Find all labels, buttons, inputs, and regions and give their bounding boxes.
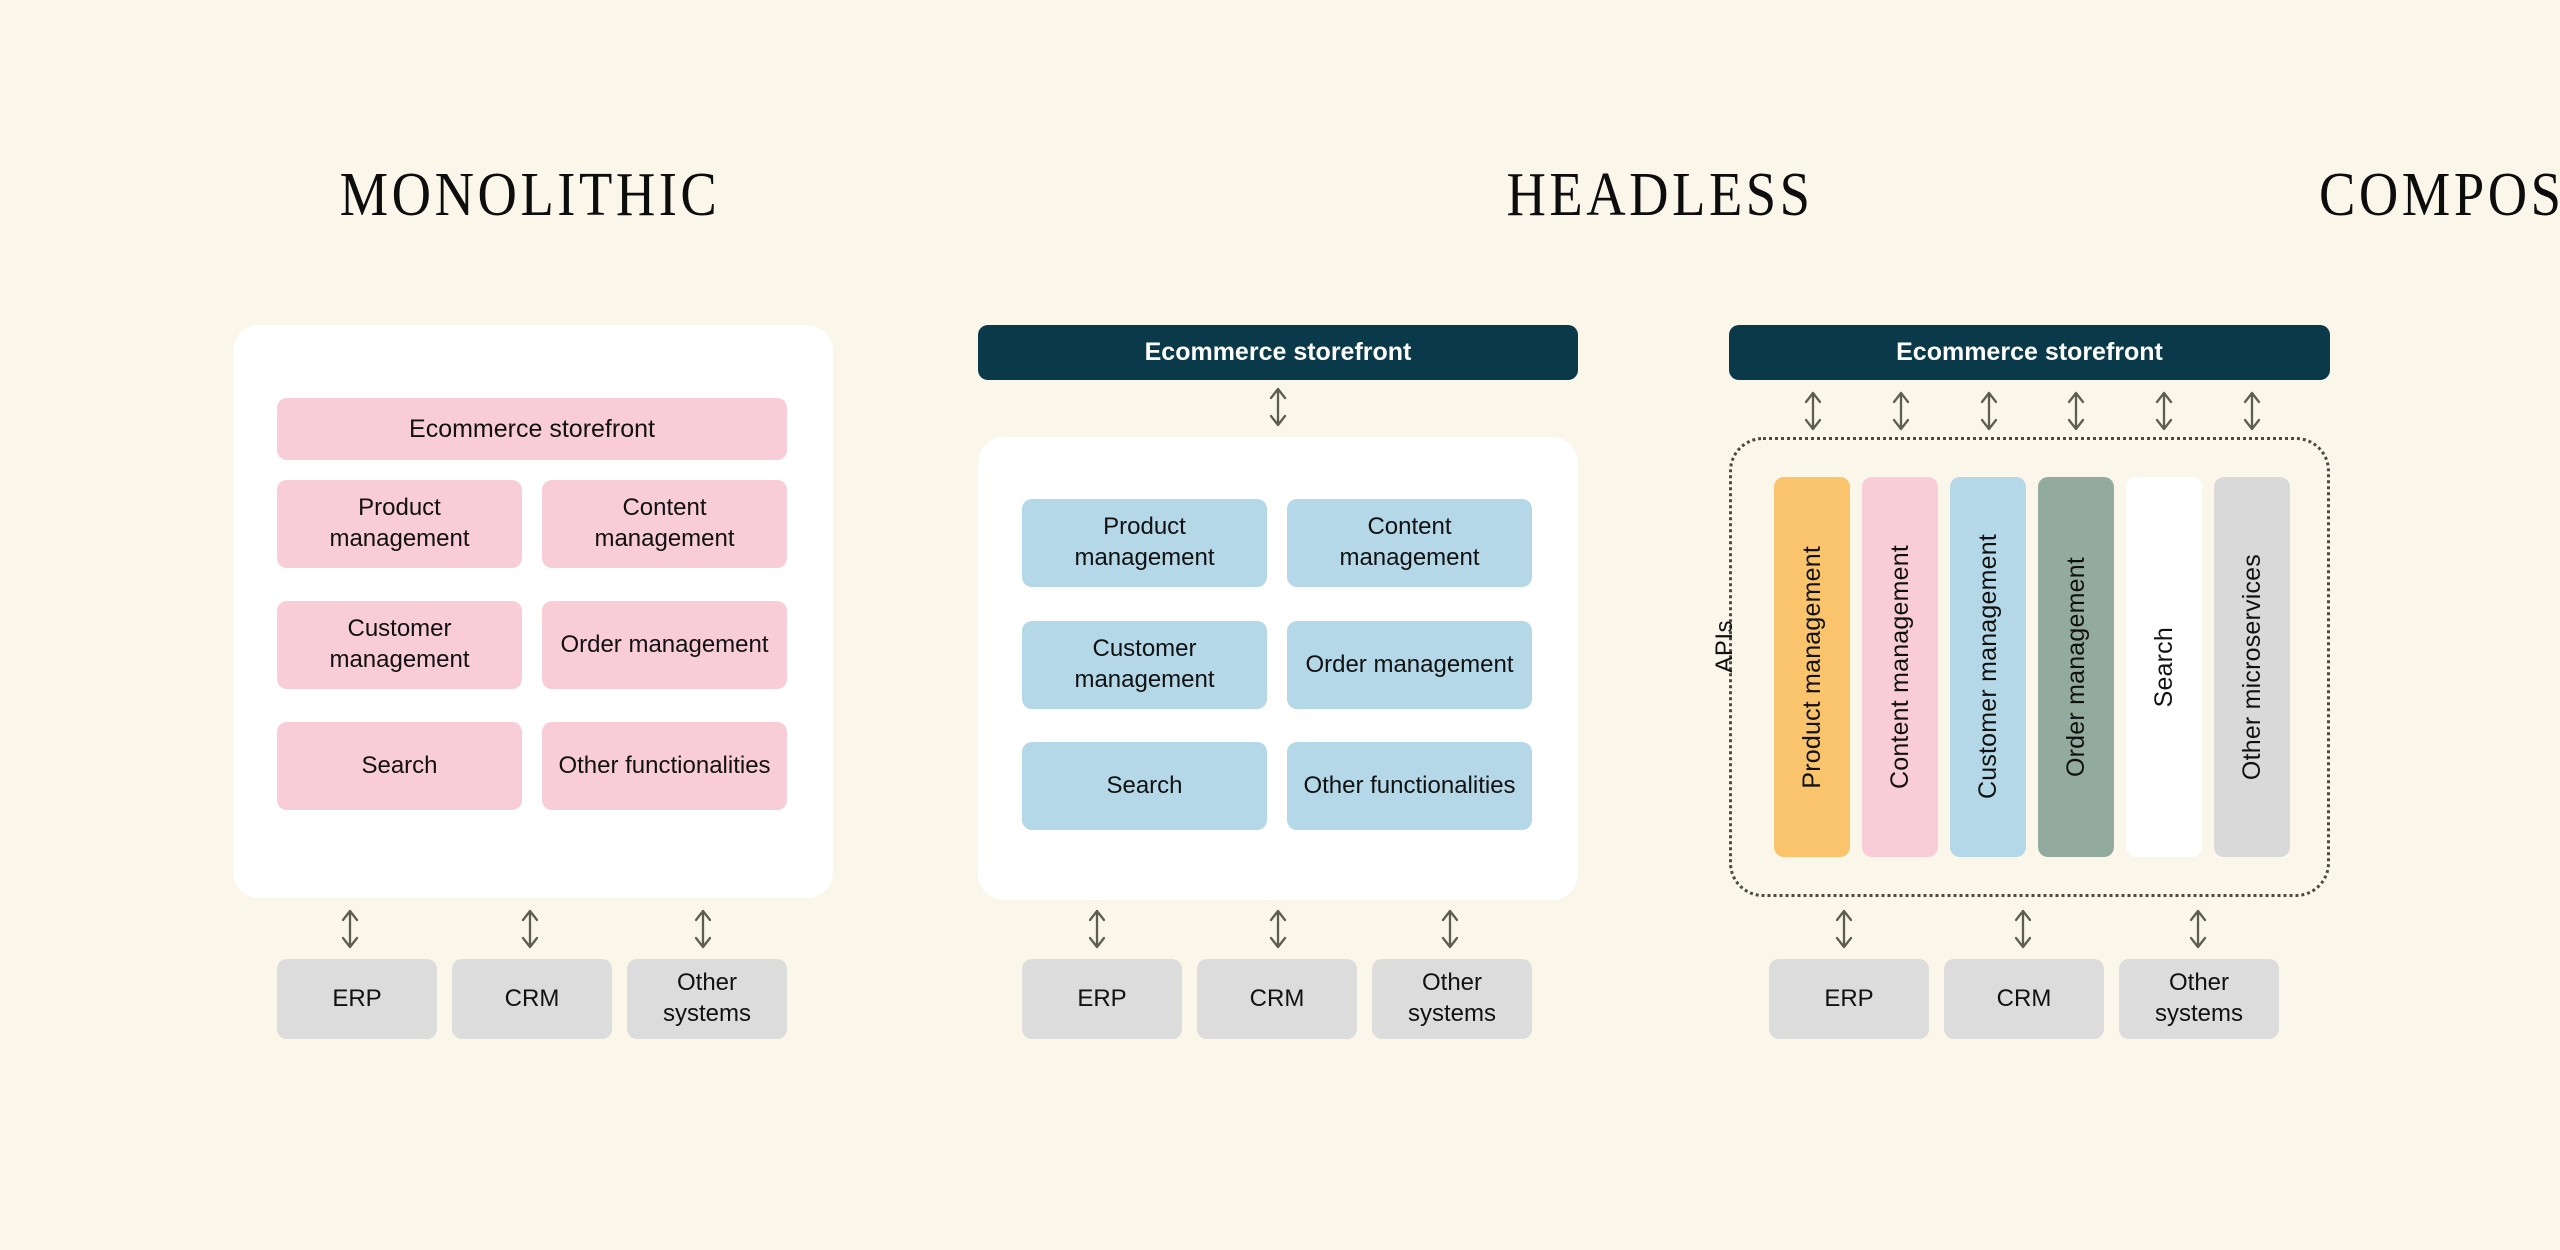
composable-service-other-microservices: Other microservices xyxy=(2214,477,2290,857)
composable-service-label: Other microservices xyxy=(2237,553,2266,781)
composable-service-content-management: Content management xyxy=(1862,477,1938,857)
headless-system-other: Other systems xyxy=(1372,959,1532,1039)
connector-arrow-icon xyxy=(2151,390,2177,432)
connector-arrow-icon xyxy=(1976,390,2002,432)
headless-module-search: Search xyxy=(1022,742,1267,830)
composable-storefront: Ecommerce storefront xyxy=(1729,325,2330,380)
composable-apis-label: APIs xyxy=(1711,620,1738,673)
composable-service-label: Customer management xyxy=(1973,534,2002,800)
composable-service-label: Order management xyxy=(2061,557,2090,777)
monolithic-system-erp: ERP xyxy=(277,959,437,1039)
monolithic-module-content-management: Content management xyxy=(542,480,787,568)
connector-arrow-icon xyxy=(1800,390,1826,432)
column-title-composable: COMPOSABLE xyxy=(2318,161,2560,229)
connector-arrow-icon xyxy=(1888,390,1914,432)
connector-arrow-icon xyxy=(690,908,716,950)
composable-service-label: Content management xyxy=(1885,544,1914,790)
monolithic-module-customer-management: Customer management xyxy=(277,601,522,689)
headless-module-customer-management: Customer management xyxy=(1022,621,1267,709)
connector-arrow-icon xyxy=(337,908,363,950)
headless-module-order-management: Order management xyxy=(1287,621,1532,709)
column-title-monolithic: MONOLITHIC xyxy=(339,161,721,229)
headless-system-erp: ERP xyxy=(1022,959,1182,1039)
connector-arrow-icon xyxy=(1084,908,1110,950)
connector-arrow-icon xyxy=(2239,390,2265,432)
headless-module-other-functionalities: Other functionalities xyxy=(1287,742,1532,830)
composable-service-customer-management: Customer management xyxy=(1950,477,2026,857)
connector-arrow-icon xyxy=(1831,908,1857,950)
connector-arrow-icon xyxy=(1265,908,1291,950)
monolithic-module-other-functionalities: Other functionalities xyxy=(542,722,787,810)
composable-service-label: Product management xyxy=(1797,545,1826,789)
diagram-canvas: MONOLITHIC HEADLESS COMPOSABLE Ecommerce… xyxy=(0,0,2560,1250)
monolithic-system-crm: CRM xyxy=(452,959,612,1039)
connector-arrow-icon xyxy=(2010,908,2036,950)
connector-arrow-icon xyxy=(1265,386,1291,428)
composable-service-label: Search xyxy=(2149,626,2178,708)
composable-system-other: Other systems xyxy=(2119,959,2279,1039)
monolithic-module-product-management: Product management xyxy=(277,480,522,568)
connector-arrow-icon xyxy=(517,908,543,950)
headless-module-content-management: Content management xyxy=(1287,499,1532,587)
headless-storefront: Ecommerce storefront xyxy=(978,325,1578,380)
monolithic-storefront: Ecommerce storefront xyxy=(277,398,787,460)
connector-arrow-icon xyxy=(1437,908,1463,950)
composable-service-product-management: Product management xyxy=(1774,477,1850,857)
connector-arrow-icon xyxy=(2185,908,2211,950)
composable-system-crm: CRM xyxy=(1944,959,2104,1039)
monolithic-module-search: Search xyxy=(277,722,522,810)
monolithic-module-order-management: Order management xyxy=(542,601,787,689)
composable-service-search: Search xyxy=(2126,477,2202,857)
headless-module-product-management: Product management xyxy=(1022,499,1267,587)
headless-system-crm: CRM xyxy=(1197,959,1357,1039)
composable-service-order-management: Order management xyxy=(2038,477,2114,857)
connector-arrow-icon xyxy=(2063,390,2089,432)
composable-system-erp: ERP xyxy=(1769,959,1929,1039)
monolithic-system-other: Other systems xyxy=(627,959,787,1039)
